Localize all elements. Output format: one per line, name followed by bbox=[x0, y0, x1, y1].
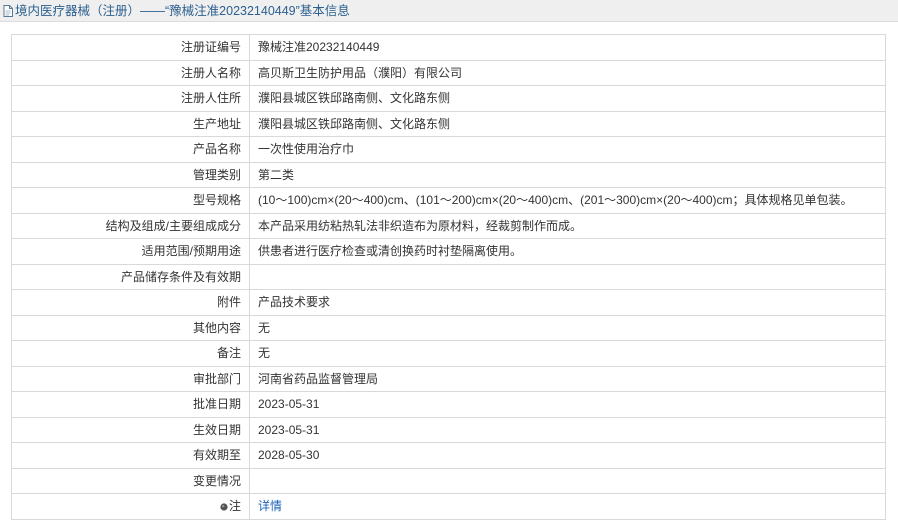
details-link[interactable]: 详情 bbox=[258, 499, 282, 513]
row-registration-number: 注册证编号 豫械注准20232140449 bbox=[11, 34, 886, 61]
field-value: 豫械注准20232140449 bbox=[249, 34, 886, 61]
field-label: 批准日期 bbox=[11, 391, 250, 418]
row-other-content: 其他内容 无 bbox=[11, 314, 886, 341]
field-label: 生效日期 bbox=[11, 416, 250, 443]
field-label: 管理类别 bbox=[11, 161, 250, 188]
field-value: 无 bbox=[249, 314, 886, 341]
field-value: 本产品采用纺粘热轧法非织造布为原材料，经裁剪制作而成。 bbox=[249, 212, 886, 239]
field-value: 高贝斯卫生防护用品（濮阳）有限公司 bbox=[249, 59, 886, 86]
field-label: 有效期至 bbox=[11, 442, 250, 469]
registration-info-page: 境内医疗器械（注册）——“豫械注准20232140449”基本信息 注册证编号 … bbox=[0, 0, 898, 530]
field-value: 2023-05-31 bbox=[249, 391, 886, 418]
field-value: 2023-05-31 bbox=[249, 416, 886, 443]
field-value: 河南省药品监督管理局 bbox=[249, 365, 886, 392]
field-value: 濮阳县城区铁邱路南侧、文化路东侧 bbox=[249, 85, 886, 112]
row-effective-date: 生效日期 2023-05-31 bbox=[11, 416, 886, 443]
field-label: 生产地址 bbox=[11, 110, 250, 137]
page-header: 境内医疗器械（注册）——“豫械注准20232140449”基本信息 bbox=[0, 0, 898, 22]
field-value bbox=[249, 263, 886, 290]
field-value: 第二类 bbox=[249, 161, 886, 188]
field-value bbox=[249, 467, 886, 494]
field-value: 濮阳县城区铁邱路南侧、文化路东侧 bbox=[249, 110, 886, 137]
row-production-address: 生产地址 濮阳县城区铁邱路南侧、文化路东侧 bbox=[11, 110, 886, 137]
row-change-history: 变更情况 bbox=[11, 467, 886, 494]
field-label: 产品储存条件及有效期 bbox=[11, 263, 250, 290]
field-value: 供患者进行医疗检查或清创换药时衬垫隔离使用。 bbox=[249, 238, 886, 265]
note-label-cell: 注 bbox=[11, 493, 250, 520]
document-icon bbox=[3, 4, 13, 17]
info-table: 注册证编号 豫械注准20232140449 注册人名称 高贝斯卫生防护用品（濮阳… bbox=[11, 34, 886, 520]
field-label: 注册证编号 bbox=[11, 34, 250, 61]
field-label: 产品名称 bbox=[11, 136, 250, 163]
field-label: 结构及组成/主要组成成分 bbox=[11, 212, 250, 239]
row-approval-department: 审批部门 河南省药品监督管理局 bbox=[11, 365, 886, 392]
field-label: 注册人住所 bbox=[11, 85, 250, 112]
field-label: 附件 bbox=[11, 289, 250, 316]
row-attachments: 附件 产品技术要求 bbox=[11, 289, 886, 316]
field-value: 无 bbox=[249, 340, 886, 367]
field-value: 2028-05-30 bbox=[249, 442, 886, 469]
note-value-cell: 详情 bbox=[249, 493, 886, 520]
row-approval-date: 批准日期 2023-05-31 bbox=[11, 391, 886, 418]
field-label: 注册人名称 bbox=[11, 59, 250, 86]
row-storage-conditions: 产品储存条件及有效期 bbox=[11, 263, 886, 290]
field-label: 备注 bbox=[11, 340, 250, 367]
row-note: 注 详情 bbox=[11, 493, 886, 520]
field-label: 审批部门 bbox=[11, 365, 250, 392]
field-label: 适用范围/预期用途 bbox=[11, 238, 250, 265]
field-label: 型号规格 bbox=[11, 187, 250, 214]
row-registrant-address: 注册人住所 濮阳县城区铁邱路南侧、文化路东侧 bbox=[11, 85, 886, 112]
row-model-specification: 型号规格 (10～100)cm×(20～400)cm、(101～200)cm×(… bbox=[11, 187, 886, 214]
row-registrant-name: 注册人名称 高贝斯卫生防护用品（濮阳）有限公司 bbox=[11, 59, 886, 86]
bullet-icon bbox=[220, 495, 228, 511]
row-structure-composition: 结构及组成/主要组成成分 本产品采用纺粘热轧法非织造布为原材料，经裁剪制作而成。 bbox=[11, 212, 886, 239]
row-remarks: 备注 无 bbox=[11, 340, 886, 367]
page-title: 境内医疗器械（注册）——“豫械注准20232140449”基本信息 bbox=[15, 3, 350, 18]
note-label: 注 bbox=[228, 499, 241, 514]
field-value: 产品技术要求 bbox=[249, 289, 886, 316]
row-product-name: 产品名称 一次性使用治疗巾 bbox=[11, 136, 886, 163]
field-label: 变更情况 bbox=[11, 467, 250, 494]
field-value: 一次性使用治疗巾 bbox=[249, 136, 886, 163]
row-management-category: 管理类别 第二类 bbox=[11, 161, 886, 188]
field-value: (10～100)cm×(20～400)cm、(101～200)cm×(20～40… bbox=[249, 187, 886, 214]
row-expiry-date: 有效期至 2028-05-30 bbox=[11, 442, 886, 469]
field-label: 其他内容 bbox=[11, 314, 250, 341]
row-intended-use: 适用范围/预期用途 供患者进行医疗检查或清创换药时衬垫隔离使用。 bbox=[11, 238, 886, 265]
